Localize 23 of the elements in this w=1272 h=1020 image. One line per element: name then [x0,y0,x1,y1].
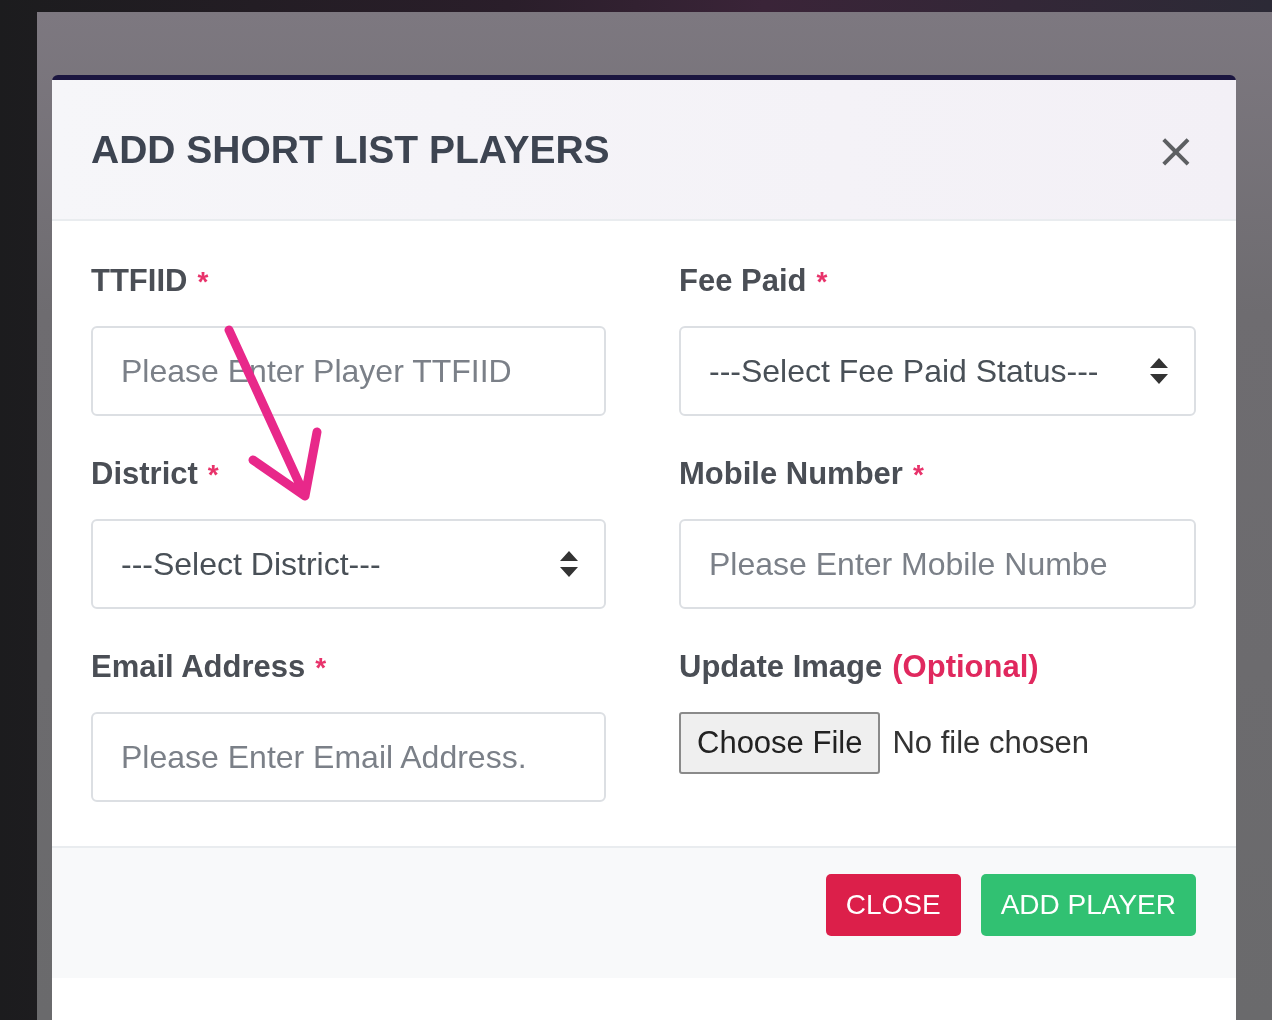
select-field[interactable]: ---Select District--- [91,519,606,609]
required-mark: * [207,459,219,491]
select-field[interactable]: ---Select Fee Paid Status--- [679,326,1196,416]
file-status: No file chosen [892,725,1089,761]
field-label: District [91,456,198,492]
field-label: Email Address [91,649,306,685]
required-mark: * [197,266,209,298]
modal-title: ADD SHORT LIST PLAYERS [91,127,610,172]
text-field[interactable]: Please Enter Email Address. [91,712,606,802]
field-label: Fee Paid [679,263,807,299]
required-mark: * [315,652,327,684]
required-mark: * [912,459,924,491]
select-caret-icon [560,551,578,577]
field-label: Mobile Number [679,456,903,492]
choose-file-button[interactable]: Choose File [679,712,881,774]
required-mark: * [816,266,828,298]
close-button[interactable]: CLOSE [825,874,961,936]
optional-note: (Optional) [892,649,1039,685]
field-label: Update Image [679,649,883,685]
text-field[interactable]: Please Enter Mobile Numbe [679,519,1196,609]
close-button[interactable]: × [1155,125,1196,174]
field-label: TTFIID [91,263,188,299]
select-caret-icon [1150,358,1168,384]
